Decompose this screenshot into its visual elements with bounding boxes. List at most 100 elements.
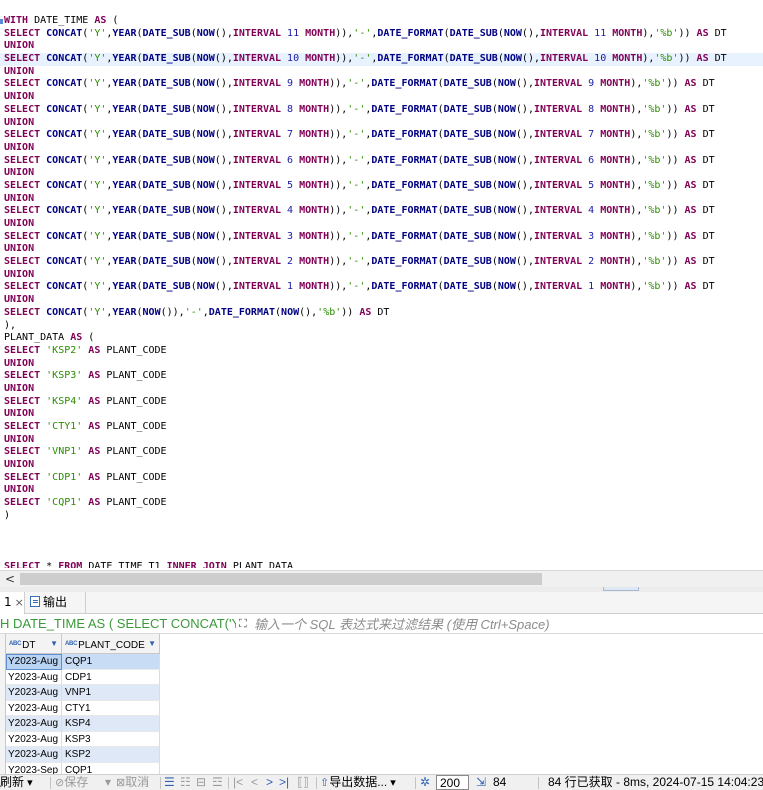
code-line[interactable]: SELECT 'KSP3' AS PLANT_CODE	[0, 370, 763, 383]
cell-dt[interactable]: Y2023-Aug	[6, 700, 62, 716]
code-line[interactable]: UNION	[0, 294, 763, 307]
code-line[interactable]: SELECT * FROM DATE_TIME T1 INNER JOIN PL…	[0, 561, 763, 568]
table-row[interactable]: Y2023-Aug CQP1	[0, 654, 160, 670]
table-row[interactable]: Y2023-Aug CTY1	[0, 700, 160, 716]
table-row[interactable]: Y2023-Aug KSP2	[0, 747, 160, 763]
sort-icon[interactable]: ▼	[148, 634, 156, 654]
horizontal-scrollbar[interactable]: <	[0, 570, 763, 587]
code-line[interactable]: UNION	[0, 167, 763, 180]
code-line[interactable]: UNION	[0, 383, 763, 396]
chevron-down-icon[interactable]: ▾	[24, 777, 33, 789]
table-row[interactable]: Y2023-Aug CDP1	[0, 669, 160, 685]
add-row-icon[interactable]: ☰	[164, 775, 175, 790]
code-line[interactable]: UNION	[0, 269, 763, 282]
sort-icon[interactable]: ▼	[50, 634, 58, 654]
code-line[interactable]: SELECT 'KSP4' AS PLANT_CODE	[0, 396, 763, 409]
code-line[interactable]: WITH DATE_TIME AS (	[0, 15, 763, 28]
code-line[interactable]	[0, 523, 763, 536]
code-line[interactable]: SELECT 'CDP1' AS PLANT_CODE	[0, 472, 763, 485]
code-line[interactable]: SELECT CONCAT('Y',YEAR(DATE_SUB(NOW(),IN…	[0, 205, 763, 218]
cell-plant-code[interactable]: KSP2	[62, 747, 160, 763]
code-line[interactable]: SELECT CONCAT('Y',YEAR(DATE_SUB(NOW(),IN…	[0, 256, 763, 269]
code-line[interactable]: )	[0, 510, 763, 523]
code-line[interactable]	[0, 548, 763, 561]
code-line[interactable]: UNION	[0, 218, 763, 231]
row-count-icon[interactable]: ⇲	[476, 775, 486, 790]
code-line[interactable]	[0, 535, 763, 548]
delete-row-icon[interactable]: ⊟	[196, 775, 206, 790]
code-line[interactable]: SELECT 'VNP1' AS PLANT_CODE	[0, 446, 763, 459]
table-row[interactable]: Y2023-Sep CQP1	[0, 762, 160, 774]
code-line[interactable]: SELECT CONCAT('Y',YEAR(DATE_SUB(NOW(),IN…	[0, 28, 763, 41]
code-line[interactable]: UNION	[0, 91, 763, 104]
last-page-icon[interactable]: >|	[279, 775, 289, 790]
fetch-size-input[interactable]	[436, 775, 469, 790]
cell-dt[interactable]: Y2023-Aug	[6, 716, 62, 732]
code-line[interactable]: SELECT 'CQP1' AS PLANT_CODE	[0, 497, 763, 510]
next-page-icon[interactable]: >	[266, 775, 273, 790]
cancel-button[interactable]: ⊠取消	[116, 775, 149, 790]
code-line[interactable]: ),	[0, 320, 763, 333]
fetch-size-gear-icon[interactable]: ✲	[420, 775, 430, 790]
column-header-plant-code[interactable]: ABCPLANT_CODE ▼	[62, 634, 160, 654]
table-row[interactable]: Y2023-Aug KSP4	[0, 716, 160, 732]
refresh-button[interactable]: 刷新 ▾	[0, 775, 33, 790]
cell-dt[interactable]: Y2023-Sep	[6, 762, 62, 774]
chevron-down-icon[interactable]: ▾	[387, 777, 396, 789]
cell-dt[interactable]: Y2023-Aug	[6, 685, 62, 701]
cell-plant-code[interactable]: VNP1	[62, 685, 160, 701]
cell-dt[interactable]: Y2023-Aug	[6, 731, 62, 747]
previous-page-icon[interactable]: <	[251, 775, 258, 790]
cell-dt[interactable]: Y2023-Aug	[6, 654, 62, 670]
cell-dt[interactable]: Y2023-Aug	[6, 669, 62, 685]
code-line[interactable]: UNION	[0, 459, 763, 472]
code-line[interactable]: SELECT CONCAT('Y',YEAR(DATE_SUB(NOW(),IN…	[0, 180, 763, 193]
code-line[interactable]: SELECT 'KSP2' AS PLANT_CODE	[0, 345, 763, 358]
tab-output[interactable]: 输出	[26, 592, 86, 614]
code-line[interactable]: SELECT CONCAT('Y',YEAR(DATE_SUB(NOW(),IN…	[0, 53, 763, 66]
code-line[interactable]: SELECT CONCAT('Y',YEAR(DATE_SUB(NOW(),IN…	[0, 231, 763, 244]
tab-results[interactable]: 1 ×	[0, 592, 25, 614]
table-row[interactable]: Y2023-Aug VNP1	[0, 685, 160, 701]
cell-plant-code[interactable]: KSP4	[62, 716, 160, 732]
save-button[interactable]: ⊘保存	[55, 775, 88, 790]
code-line[interactable]: UNION	[0, 243, 763, 256]
result-grid[interactable]: ABCDT ▼ ABCPLANT_CODE ▼ Y2023-Aug CQP1 Y2023…	[0, 634, 763, 774]
code-line[interactable]: SELECT CONCAT('Y',YEAR(NOW()),'-',DATE_F…	[0, 307, 763, 320]
cell-plant-code[interactable]: CTY1	[62, 700, 160, 716]
code-line[interactable]: PLANT_DATA AS (	[0, 332, 763, 345]
scroll-left-icon[interactable]: <	[4, 572, 16, 586]
cell-plant-code[interactable]: CQP1	[62, 654, 160, 670]
column-header-dt[interactable]: ABCDT ▼	[6, 634, 62, 654]
code-line[interactable]: UNION	[0, 40, 763, 53]
filter-input[interactable]	[254, 615, 763, 633]
first-page-icon[interactable]: |<	[233, 775, 243, 790]
cell-dt[interactable]: Y2023-Aug	[6, 747, 62, 763]
code-line[interactable]: UNION	[0, 434, 763, 447]
code-area[interactable]: WITH DATE_TIME AS (SELECT CONCAT('Y',YEA…	[0, 15, 763, 568]
code-line[interactable]: SELECT CONCAT('Y',YEAR(DATE_SUB(NOW(),IN…	[0, 78, 763, 91]
fetch-all-icon[interactable]: ⟦⟧	[297, 775, 309, 790]
code-line[interactable]: SELECT CONCAT('Y',YEAR(DATE_SUB(NOW(),IN…	[0, 104, 763, 117]
edit-row-icon[interactable]: ☲	[212, 775, 223, 790]
code-line[interactable]: UNION	[0, 193, 763, 206]
cell-plant-code[interactable]: CDP1	[62, 669, 160, 685]
cell-plant-code[interactable]: KSP3	[62, 731, 160, 747]
code-line[interactable]: SELECT CONCAT('Y',YEAR(DATE_SUB(NOW(),IN…	[0, 281, 763, 294]
code-line[interactable]: UNION	[0, 142, 763, 155]
save-dropdown-icon[interactable]: ▾	[105, 775, 111, 790]
sql-editor[interactable]: WITH DATE_TIME AS (SELECT CONCAT('Y',YEA…	[0, 0, 763, 568]
copy-row-icon[interactable]: ☷	[180, 775, 191, 790]
code-line[interactable]: UNION	[0, 117, 763, 130]
code-line[interactable]: SELECT 'CTY1' AS PLANT_CODE	[0, 421, 763, 434]
code-line[interactable]: SELECT CONCAT('Y',YEAR(DATE_SUB(NOW(),IN…	[0, 155, 763, 168]
code-line[interactable]: UNION	[0, 358, 763, 371]
code-line[interactable]: UNION	[0, 484, 763, 497]
close-icon[interactable]: ×	[15, 596, 24, 609]
table-row[interactable]: Y2023-Aug KSP3	[0, 731, 160, 747]
scrollbar-thumb[interactable]	[20, 573, 542, 585]
code-line[interactable]: UNION	[0, 408, 763, 421]
cell-plant-code[interactable]: CQP1	[62, 762, 160, 774]
code-line[interactable]: UNION	[0, 66, 763, 79]
export-data-button[interactable]: ⇧导出数据... ▾	[320, 775, 396, 790]
